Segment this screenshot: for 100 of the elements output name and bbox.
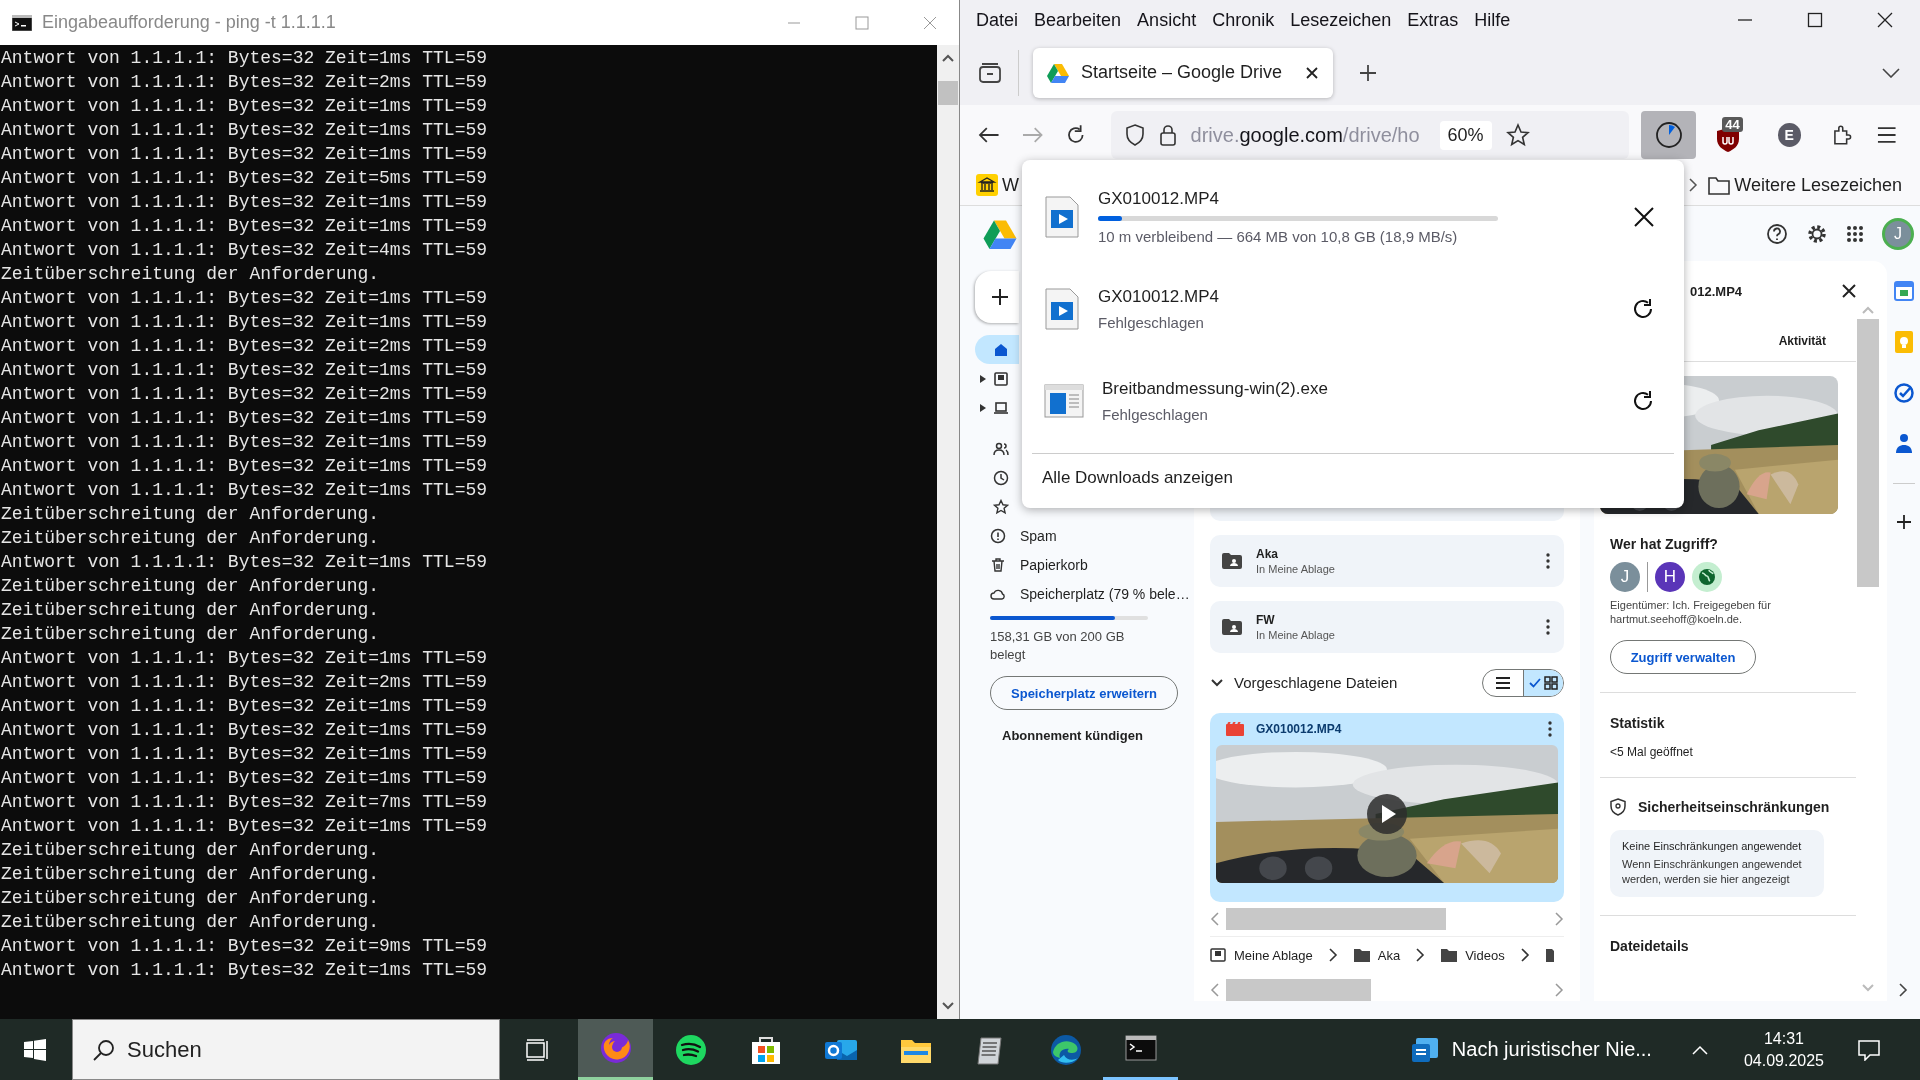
nav-label[interactable]: Spam [1020, 527, 1057, 544]
console-line: Zeitüberschreitung der Anforderung. [0, 599, 381, 622]
console-line: Antwort von 1.1.1.1: Bytes=32 Zeit=2ms TTL=59 [0, 71, 489, 94]
console-line: Antwort von 1.1.1.1: Bytes=32 Zeit=5ms TTL=59 [0, 167, 489, 190]
nav-link[interactable]: Papierkorb [975, 550, 1194, 579]
console-line: Zeitüberschreitung der Anforderung. [0, 623, 381, 646]
console-line: Antwort von 1.1.1.1: Bytes=32 Zeit=7ms TTL=59 [0, 791, 489, 814]
console-line: Zeitüberschreitung der Anforderung. [0, 263, 381, 286]
profile-avatar[interactable]: E [1777, 123, 1801, 147]
download-item[interactable]: GX010012.MP4 Fehlgeschlagen [1032, 263, 1674, 355]
console-line: Antwort von 1.1.1.1: Bytes=32 Zeit=1ms TTL=59 [0, 767, 489, 790]
menu-item[interactable]: Lesezeichen [1282, 0, 1400, 40]
console-line: Antwort von 1.1.1.1: Bytes=32 Zeit=4ms TTL=59 [0, 239, 489, 262]
menu-item[interactable]: Datei [968, 0, 1027, 40]
nav-link[interactable]: Spam [975, 521, 1194, 550]
folder-location: In Meine Ablage [1256, 562, 1336, 575]
file-name: GX010012.MP4 [1256, 721, 1342, 736]
folder-location: In Meine Ablage [1256, 628, 1336, 641]
browser-tab[interactable]: Startseite – Google Drive [1033, 47, 1333, 98]
extension-button[interactable]: 44 [1714, 117, 1748, 153]
count-badge: 44 [1722, 117, 1743, 132]
section-title: Vorgeschlagene Dateien [1234, 674, 1398, 692]
menu-item[interactable]: Bearbeiten [1026, 0, 1130, 40]
console-line: Antwort von 1.1.1.1: Bytes=32 Zeit=1ms TTL=59 [0, 215, 489, 238]
section-title: Wer hat Zugriff? [1610, 536, 1719, 552]
zoom-level[interactable]: 60% [1439, 120, 1492, 150]
console-line: Antwort von 1.1.1.1: Bytes=32 Zeit=2ms TTL=59 [0, 383, 489, 406]
menu-item[interactable]: Extras [1399, 0, 1467, 40]
folder-card[interactable]: FW In Meine Ablage [1210, 600, 1564, 653]
show-all-downloads-button[interactable]: Alle Downloads anzeigen [1032, 454, 1674, 502]
section-title: Sicherheitseinschränkungen [1638, 799, 1830, 815]
breadcrumb-item[interactable]: Aka [1353, 947, 1401, 963]
console-line: Antwort von 1.1.1.1: Bytes=32 Zeit=1ms TTL=59 [0, 815, 489, 838]
download-status: 10 m verbleibend — 664 MB von 10,8 GB (18,9 MB/s) [1098, 228, 1459, 245]
nav-label[interactable]: Speicherplatz (79 % bele… [1020, 585, 1190, 602]
folder-name: Aka [1256, 546, 1279, 561]
file-card[interactable]: GX010012.MP4 [1210, 712, 1564, 903]
console-line: Antwort von 1.1.1.1: Bytes=32 Zeit=1ms TTL=59 [0, 743, 489, 766]
clock-date[interactable]: 04.09.2025 [1743, 1051, 1824, 1070]
console-line: Zeitüberschreitung der Anforderung. [0, 527, 381, 550]
activity-tab[interactable]: Aktivität [1748, 321, 1856, 361]
download-status: Fehlgeschlagen [1098, 314, 1205, 331]
cancel-subscription-link[interactable]: Abonnement kündigen [1002, 728, 1194, 743]
console-line: Antwort von 1.1.1.1: Bytes=32 Zeit=1ms TTL=59 [0, 143, 489, 166]
breadcrumb-item[interactable]: Meine Ablage [1210, 947, 1313, 963]
clock-time[interactable]: 14:31 [1763, 1029, 1804, 1048]
console-line: Zeitüberschreitung der Anforderung. [0, 575, 381, 598]
open-count: <5 Mal geöffnet [1610, 745, 1694, 759]
console-line: Antwort von 1.1.1.1: Bytes=32 Zeit=1ms TTL=59 [0, 455, 489, 478]
bookmark-folder[interactable]: Weitere Lesezeichen [1708, 174, 1902, 196]
section-title: Dateidetails [1610, 938, 1690, 954]
menu-item[interactable]: Chronik [1204, 0, 1283, 40]
console-line: Antwort von 1.1.1.1: Bytes=32 Zeit=9ms TTL=59 [0, 935, 489, 958]
menu-item[interactable]: Hilfe [1466, 0, 1519, 40]
console-line: Antwort von 1.1.1.1: Bytes=32 Zeit=1ms TTL=59 [0, 95, 489, 118]
console-line: Antwort von 1.1.1.1: Bytes=32 Zeit=1ms TTL=59 [0, 287, 489, 310]
nav-label[interactable]: Papierkorb [1020, 556, 1088, 573]
folder-name: FW [1256, 612, 1276, 627]
console-line: Antwort von 1.1.1.1: Bytes=32 Zeit=1ms TTL=59 [0, 551, 489, 574]
download-status: Fehlgeschlagen [1102, 406, 1209, 423]
file-name: Breitbandmessung-win(2).exe [1102, 379, 1329, 399]
console-line: Antwort von 1.1.1.1: Bytes=32 Zeit=1ms TTL=59 [0, 359, 489, 382]
file-title: 012.MP4 [1690, 283, 1743, 299]
security-status: Keine Einschränkungen angewendet [1622, 840, 1803, 852]
news-headline[interactable]: Nach juristischer Nie... [1451, 1038, 1652, 1061]
console-line: Zeitüberschreitung der Anforderung. [0, 503, 381, 526]
console-line: Zeitüberschreitung der Anforderung. [0, 839, 381, 862]
url-text[interactable]: drive.google.com/drive/ho [1190, 123, 1426, 147]
console-line: Antwort von 1.1.1.1: Bytes=32 Zeit=1ms TTL=59 [0, 47, 489, 70]
console-line: Antwort von 1.1.1.1: Bytes=32 Zeit=1ms TTL=59 [0, 407, 489, 430]
owner-note: Eigentümer: Ich. Freigegeben für hartmut.seehoff@koeln.de. [1610, 598, 1772, 626]
console-line: Zeitüberschreitung der Anforderung. [0, 863, 381, 886]
console-line: Antwort von 1.1.1.1: Bytes=32 Zeit=2ms TTL=59 [0, 335, 489, 358]
download-item[interactable]: Breitbandmessung-win(2).exe Fehlgeschlagen [1032, 355, 1674, 447]
download-item[interactable]: GX010012.MP4 10 m verbleibend — 664 MB von 10,8 GB (18,9 MB/s) [1032, 171, 1674, 263]
console-line: Antwort von 1.1.1.1: Bytes=32 Zeit=1ms TTL=59 [0, 431, 489, 454]
address-bar[interactable]: drive.google.com/drive/ho 60% [1110, 111, 1630, 159]
console-line: Antwort von 1.1.1.1: Bytes=32 Zeit=1ms TTL=59 [0, 719, 489, 742]
console-line: Antwort von 1.1.1.1: Bytes=32 Zeit=1ms TTL=59 [0, 959, 489, 982]
console-line: Antwort von 1.1.1.1: Bytes=32 Zeit=1ms TTL=59 [0, 479, 489, 502]
user-avatar[interactable]: H [1655, 562, 1685, 592]
breadcrumb-item[interactable]: Videos [1441, 947, 1505, 963]
console-line: Antwort von 1.1.1.1: Bytes=32 Zeit=2ms TTL=59 [0, 671, 489, 694]
console-line: Antwort von 1.1.1.1: Bytes=32 Zeit=1ms TTL=59 [0, 647, 489, 670]
console-line: Antwort von 1.1.1.1: Bytes=32 Zeit=1ms TTL=59 [0, 695, 489, 718]
folder-card[interactable]: Aka In Meine Ablage [1210, 534, 1564, 587]
console-line: Antwort von 1.1.1.1: Bytes=32 Zeit=1ms TTL=59 [0, 311, 489, 334]
file-name: GX010012.MP4 [1098, 189, 1220, 209]
search-field[interactable]: Suchen [127, 1020, 499, 1079]
security-note: Wenn Einschränkungen angewendet werden, werden sie hier angezeigt [1622, 857, 1803, 887]
section-title: Statistik [1610, 715, 1666, 731]
window-title: Eingabeaufforderung - ping -t 1.1.1.1 [42, 12, 336, 33]
search-box[interactable]: Suchen [72, 1019, 500, 1080]
console-line: Zeitüberschreitung der Anforderung. [0, 887, 381, 910]
bookmark-item[interactable]: W [976, 174, 1019, 196]
console-line: Antwort von 1.1.1.1: Bytes=32 Zeit=1ms TTL=59 [0, 119, 489, 142]
nav-link[interactable]: Speicherplatz (79 % bele… [975, 579, 1194, 608]
menu-item[interactable]: Ansicht [1129, 0, 1205, 40]
console-line: Antwort von 1.1.1.1: Bytes=32 Zeit=1ms TTL=59 [0, 191, 489, 214]
storage-usage: 158,31 GB von 200 GB belegt [990, 628, 1126, 664]
